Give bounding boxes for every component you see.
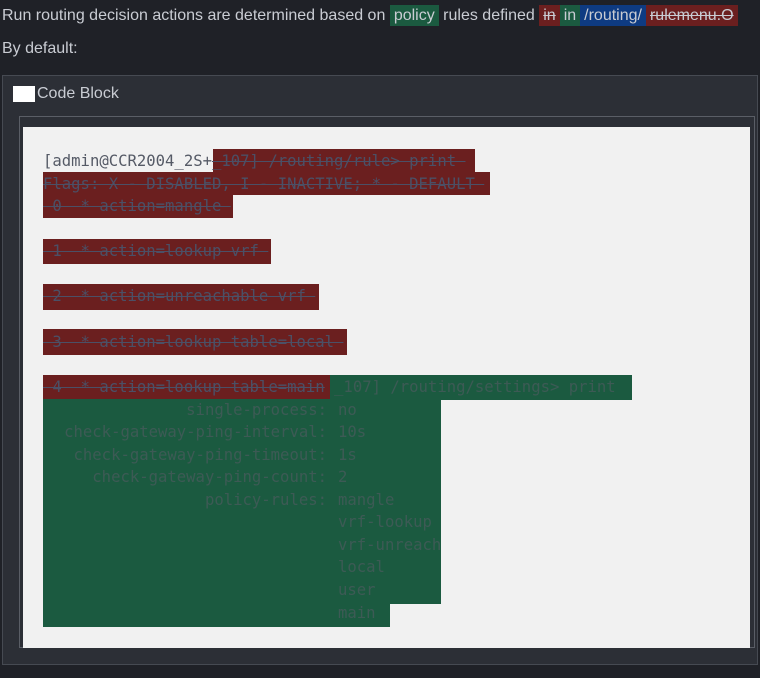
setting-value: user (338, 581, 376, 599)
rule-line: 2 * action=unreachable vrf (43, 287, 316, 305)
inserted-policy: policy (389, 5, 439, 26)
code-block-title: Code Block (37, 85, 119, 102)
flags-line: Flags: X - DISABLED, I - INACTIVE; * - D… (43, 175, 485, 193)
deleted-rulemenu: rulemenu.O (645, 5, 738, 26)
setting-value: mangle (338, 491, 395, 509)
setting-value: vrf-unreach (338, 536, 442, 554)
path-routing: /routing/ (580, 5, 646, 26)
inserted-in: in (559, 5, 581, 26)
code-line: 4 * action=lookup table=main _107] /rout… (43, 376, 625, 399)
setting-key: check-gateway-ping-timeout: (54, 446, 328, 464)
rule-line: 1 * action=lookup vrf (43, 242, 269, 260)
setting-key: policy-rules: (54, 491, 327, 509)
intro-text-mid: rules defined (443, 7, 535, 24)
setting-value: 10s (338, 423, 367, 441)
code-block-thumbnail-icon (13, 86, 35, 102)
deleted-command: _107] /routing/rule> print (212, 152, 466, 170)
settings-command: _107] /routing/settings> print (324, 378, 626, 396)
setting-key: check-gateway-ping-interval: (54, 423, 327, 441)
rule-line: 3 * action=lookup table=local (43, 333, 344, 351)
rule-line: 4 * action=lookup table=main (43, 378, 325, 396)
setting-key: single-process: (45, 401, 327, 419)
rule-line: 0 * action=mangle (43, 197, 231, 215)
setting-value: 2 (338, 468, 348, 486)
intro-text: Run routing decision actions are determi… (2, 7, 386, 24)
by-default-label: By default: (2, 40, 78, 57)
prompt: [admin@CCR2004_2S+ (43, 152, 212, 170)
code-block-header: Code Block (13, 85, 119, 103)
deleted-in: in (539, 5, 560, 26)
setting-value: local (338, 558, 385, 576)
setting-value: 1s (338, 446, 357, 464)
code-line: [admin@CCR2004_2S+_107] /routing/rule> p… (43, 150, 465, 173)
setting-value: main (338, 604, 376, 622)
setting-value: vrf-lookup (338, 513, 432, 531)
setting-value: no (338, 401, 357, 419)
intro-paragraph: Run routing decision actions are determi… (2, 4, 758, 28)
setting-key: check-gateway-ping-count: (54, 468, 327, 486)
